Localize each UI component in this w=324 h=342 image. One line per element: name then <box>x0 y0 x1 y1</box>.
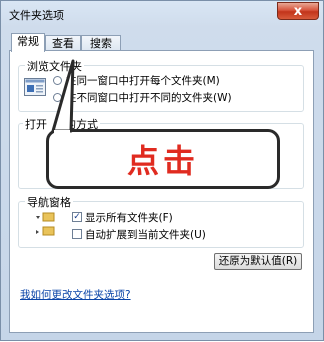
browse-folders-title: 浏览文件夹 <box>25 58 84 74</box>
navigation-pane-title: 导航窗格 <box>25 194 73 210</box>
checkbox-show-all-folders[interactable]: ✓ <box>72 212 82 222</box>
checkbox-auto-expand[interactable] <box>72 229 82 239</box>
title-bar: 文件夹选项 x <box>1 1 323 27</box>
navigation-pane-group: 导航窗格 ✓ 显示所有文件夹(F) 自动扩展到当前文件夹(U) <box>18 194 304 248</box>
tab-general-label: 常规 <box>17 35 39 48</box>
option-auto-expand-label: 自动扩展到当前文件夹(U) <box>85 229 206 241</box>
option-show-all-folders-label: 显示所有文件夹(F) <box>85 212 173 224</box>
restore-defaults-button[interactable]: 还原为默认值(R) <box>214 253 302 270</box>
close-button[interactable]: x <box>277 2 319 20</box>
tab-view[interactable]: 查看 <box>45 35 81 51</box>
tab-view-label: 查看 <box>52 37 74 50</box>
annotation-callout: 点击 <box>46 129 280 189</box>
radio-same-window[interactable] <box>53 76 62 85</box>
folder-options-window: 文件夹选项 x 常规 查看 搜索 浏览文件夹 在同一窗口中打开每个文件夹(M) … <box>0 0 324 341</box>
tab-search[interactable]: 搜索 <box>81 35 121 51</box>
tab-general[interactable]: 常规 <box>11 33 45 52</box>
option-new-window-label: 在不同窗口中打开不同的文件夹(W) <box>66 92 232 104</box>
option-same-window-label: 在同一窗口中打开每个文件夹(M) <box>66 75 220 87</box>
browse-folders-group: 浏览文件夹 在同一窗口中打开每个文件夹(M) 在不同窗口中打开不同的文件夹(W) <box>18 58 304 112</box>
tab-panel-general: 浏览文件夹 在同一窗口中打开每个文件夹(M) 在不同窗口中打开不同的文件夹(W)… <box>9 50 314 333</box>
browse-folders-icon <box>24 78 46 96</box>
open-items-title-left: 打开 <box>25 118 47 131</box>
close-icon: x <box>293 3 303 19</box>
folder-tree-icon <box>35 211 59 241</box>
help-link[interactable]: 我如何更改文件夹选项? <box>20 287 131 302</box>
callout-text: 点击 <box>126 142 199 180</box>
window-title: 文件夹选项 <box>9 9 64 22</box>
radio-new-window[interactable] <box>53 93 62 102</box>
tab-search-label: 搜索 <box>90 37 112 50</box>
